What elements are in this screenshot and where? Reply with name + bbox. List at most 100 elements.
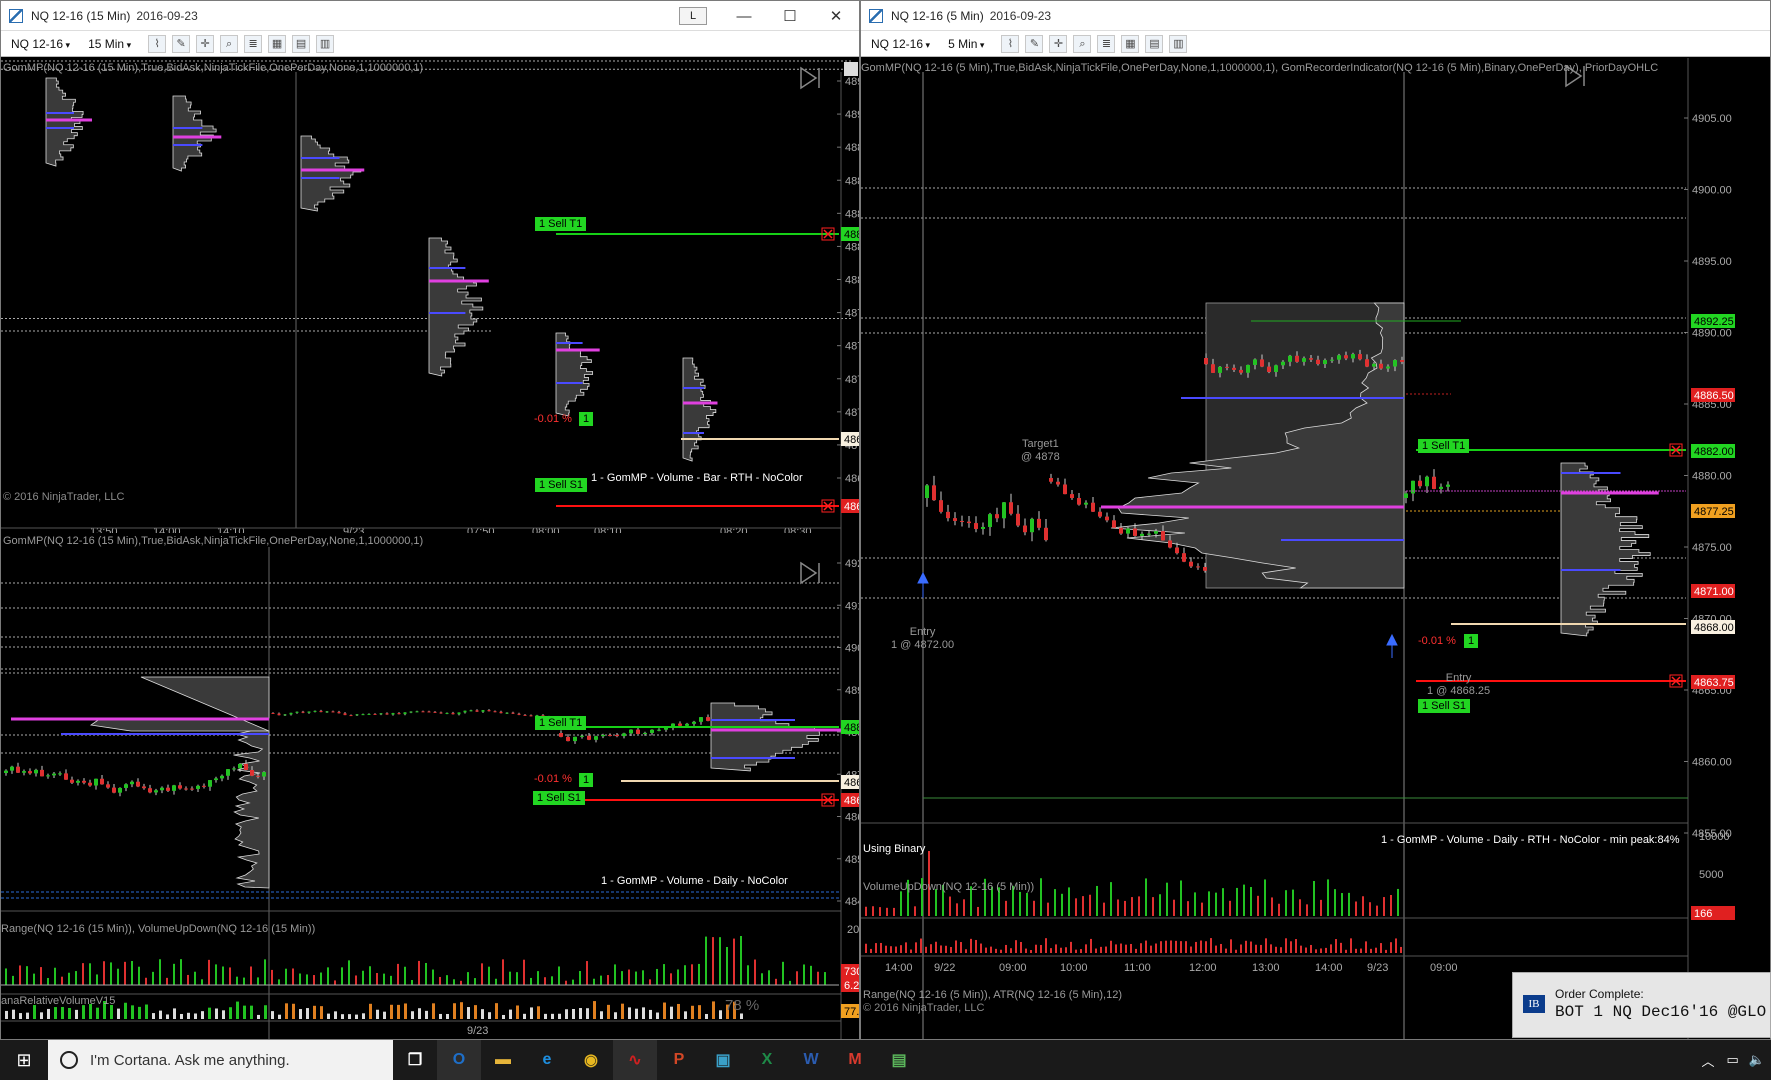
word-icon[interactable]: W: [789, 1040, 833, 1080]
y-tick-label: 4860.00: [845, 812, 859, 824]
crosshair-icon-2[interactable]: ✛: [1049, 34, 1068, 53]
position-qty-right[interactable]: 1: [1464, 634, 1479, 648]
scroll-end-icon: [800, 66, 820, 90]
chart-trader-icon[interactable]: ▥: [316, 34, 335, 53]
relvol-bar: [614, 1012, 617, 1019]
edge-icon[interactable]: e: [525, 1040, 569, 1080]
properties-icon[interactable]: ▤: [292, 34, 311, 53]
copyright: © 2016 NinjaTrader, LLC: [3, 491, 125, 503]
volume-bar: [824, 972, 826, 985]
volume-bar: [670, 973, 672, 985]
ninjatrader-icon[interactable]: ∿: [613, 1040, 657, 1080]
draw-tool-icon[interactable]: ✎: [172, 34, 191, 53]
minimize-icon[interactable]: —: [721, 8, 767, 25]
relvol-bar: [390, 1004, 393, 1019]
chart-trader-icon-2[interactable]: ▥: [1169, 34, 1188, 53]
sell-t1-order-right[interactable]: 1 Sell T1: [1418, 439, 1470, 453]
relvol-bar: [194, 1013, 197, 1019]
y-tick-label: 4882.00: [845, 241, 859, 253]
chrome-icon[interactable]: ◉: [569, 1040, 613, 1080]
file-explorer-icon[interactable]: ▬: [481, 1040, 525, 1080]
strategies-icon[interactable]: ▦: [268, 34, 287, 53]
relvol-bar: [663, 1002, 666, 1019]
position-qty[interactable]: 1: [579, 412, 594, 426]
evernote-icon[interactable]: ▤: [877, 1040, 921, 1080]
price-tag-t1-2: 4882.00: [844, 722, 859, 734]
link-button[interactable]: L: [679, 7, 707, 25]
right-titlebar[interactable]: NQ 12-16 (5 Min) 2016-09-23: [861, 1, 1770, 31]
gmail-icon[interactable]: M: [833, 1040, 877, 1080]
bar-type-icon[interactable]: ⌇: [148, 34, 167, 53]
left2c-candle: [559, 733, 563, 737]
instrument-selector-2[interactable]: NQ 12-16: [867, 37, 934, 51]
position-qty-2[interactable]: 1: [579, 773, 594, 787]
crosshair-icon[interactable]: ✛: [196, 34, 215, 53]
maximize-icon[interactable]: ☐: [767, 7, 813, 25]
sell-t1-order[interactable]: 1 Sell T1: [535, 217, 587, 231]
properties-icon-2[interactable]: ▤: [1145, 34, 1164, 53]
task-view-icon[interactable]: ❐: [393, 1040, 437, 1080]
profile-2: [172, 95, 217, 172]
strategies-icon-2[interactable]: ▦: [1121, 34, 1140, 53]
relvol-tag: 77.78: [844, 1006, 859, 1018]
left2c-candle: [636, 729, 640, 734]
left2b-candle: [415, 711, 419, 713]
volume-bar: [754, 959, 756, 985]
r-candles-c-candle: [1281, 361, 1285, 366]
relvol-bar: [684, 1011, 687, 1019]
interval-selector[interactable]: 15 Min: [84, 37, 135, 51]
left2b-candle: [451, 712, 455, 715]
zoom-icon-2[interactable]: ⌕: [1073, 34, 1092, 53]
volume-bar: [250, 966, 252, 985]
volume-bar: [712, 937, 714, 985]
bar-type-icon-2[interactable]: ⌇: [1001, 34, 1020, 53]
profile-1: [45, 77, 84, 167]
left-titlebar[interactable]: NQ 12-16 (15 Min) 2016-09-23 L — ☐ ✕: [1, 1, 859, 31]
r-candles-a-candle: [1002, 502, 1006, 519]
left2c-candle: [608, 734, 612, 736]
volume-icon[interactable]: 🔈: [1749, 1052, 1765, 1068]
instrument-selector[interactable]: NQ 12-16: [7, 37, 74, 51]
volume-bar: [705, 936, 707, 985]
indicators-icon-2[interactable]: ≣: [1097, 34, 1116, 53]
indicators-icon[interactable]: ≣: [244, 34, 263, 53]
right-volume-panel[interactable]: VolumeUpDown(NQ 12-16 (5 Min)): [861, 871, 1770, 971]
r-candles-b-candle: [1203, 567, 1207, 571]
left-panel-1[interactable]: 4892.00 4890.00 4888.00 4886.00 4884.00 4882.…: [1, 58, 859, 533]
left-panel-2[interactable]: 4920.004910.004900.004890.004880.004870.…: [1, 533, 859, 913]
volume-bar: [516, 972, 518, 985]
left-panel-3[interactable]: 2000 7304 6.25 Range(NQ 12-16 (15 Min)), V…: [1, 913, 859, 995]
windows-start-icon[interactable]: ⊞: [0, 1040, 48, 1080]
sell-s1-order-right[interactable]: 1 Sell S1: [1418, 699, 1471, 713]
r-candles-a-candle: [953, 518, 957, 521]
relvol-bar: [523, 1013, 526, 1019]
left2-candle: [94, 778, 98, 786]
close-icon[interactable]: ✕: [813, 7, 859, 25]
volume-bar: [460, 980, 462, 985]
outlook-icon[interactable]: O: [437, 1040, 481, 1080]
tray-chevron-icon[interactable]: ︿: [1702, 1051, 1715, 1070]
sell-s1-order-2[interactable]: 1 Sell S1: [533, 791, 586, 805]
order-complete-toast[interactable]: IB Order Complete: BOT 1 NQ Dec16'16 @GL…: [1512, 972, 1771, 1038]
left-chart-window: NQ 12-16 (15 Min) 2016-09-23 L — ☐ ✕ NQ …: [0, 0, 860, 1040]
powerpoint-icon[interactable]: P: [657, 1040, 701, 1080]
zoom-icon[interactable]: ⌕: [220, 34, 239, 53]
panel-menu-button: [844, 62, 858, 76]
sell-s1-order[interactable]: 1 Sell S1: [535, 478, 588, 492]
excel-icon[interactable]: X: [745, 1040, 789, 1080]
y-tick-label: 4890.00: [1692, 328, 1732, 340]
volume-bar: [397, 963, 399, 985]
volume-bar: [215, 964, 217, 985]
sell-t1-order-2[interactable]: 1 Sell T1: [535, 716, 587, 730]
right-price-panel[interactable]: 4905.00 4900.00 4895.00 4890.00 4885.00 4880.…: [861, 58, 1770, 1039]
cortana-search[interactable]: I'm Cortana. Ask me anything.: [48, 1040, 393, 1080]
interval-selector-2[interactable]: 5 Min: [944, 37, 988, 51]
left-panel-4[interactable]: 77.78 anaRelativeVolumeV15 78 % 9/23: [1, 995, 859, 1039]
draw-tool-icon-2[interactable]: ✎: [1025, 34, 1044, 53]
scroll-end-icon-2: [800, 561, 820, 585]
volume-bar: [124, 961, 126, 985]
relvol-bar: [649, 1009, 652, 1019]
network-icon[interactable]: ▭: [1727, 1052, 1739, 1068]
tws-icon[interactable]: ▣: [701, 1040, 745, 1080]
x-tick-label: 08:30: [784, 526, 812, 533]
